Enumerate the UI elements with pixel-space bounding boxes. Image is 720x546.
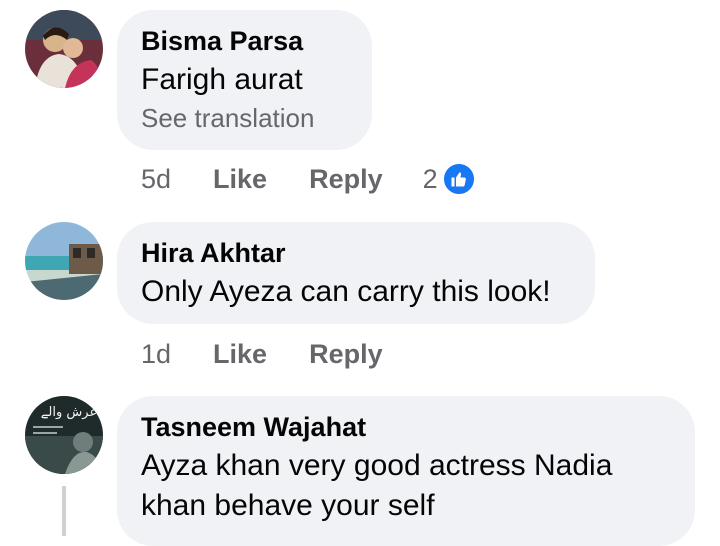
- comment-bubble: Hira Akhtar Only Ayeza can carry this lo…: [117, 222, 595, 324]
- reply-button[interactable]: Reply: [309, 164, 383, 195]
- like-button[interactable]: Like: [213, 339, 267, 370]
- comment-author[interactable]: Bisma Parsa: [141, 24, 348, 58]
- see-translation-link[interactable]: See translation: [141, 100, 348, 136]
- like-button[interactable]: Like: [213, 164, 267, 195]
- comment-text: Only Ayeza can carry this look!: [141, 275, 551, 308]
- comment-bubble: Tasneem Wajahat Ayza khan very good actr…: [117, 396, 695, 546]
- reply-button[interactable]: Reply: [309, 339, 383, 370]
- comment-bubble: Bisma Parsa Farigh aurat See translation: [117, 10, 372, 150]
- comment-text: Farigh aurat: [141, 63, 303, 96]
- reply-thread-line: [62, 486, 66, 536]
- comment-actions: 1d Like Reply: [141, 334, 423, 374]
- avatar[interactable]: [25, 222, 103, 300]
- like-icon[interactable]: [441, 162, 476, 196]
- comment-timestamp[interactable]: 1d: [141, 339, 171, 370]
- avatar-caption: عرش والے: [41, 405, 97, 420]
- comment-author[interactable]: Hira Akhtar: [141, 236, 571, 270]
- comment-timestamp[interactable]: 5d: [141, 164, 171, 195]
- avatar[interactable]: [25, 10, 103, 88]
- avatar[interactable]: عرش والے: [25, 396, 103, 474]
- comment-text-line: Ayza khan very good actress Nadia: [141, 449, 613, 482]
- comment-author[interactable]: Tasneem Wajahat: [141, 410, 671, 444]
- comment-actions: 5d Like Reply 2: [141, 159, 476, 199]
- comment-text-line: khan behave your self: [141, 489, 435, 522]
- reaction-count[interactable]: 2: [423, 164, 438, 195]
